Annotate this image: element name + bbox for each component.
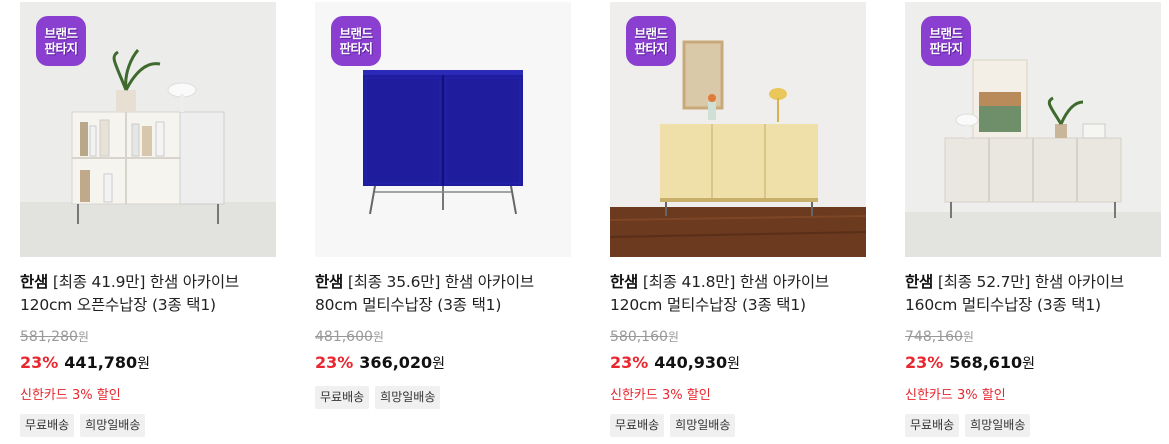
brand-fantasy-badge: 브랜드 판타지: [921, 16, 971, 66]
discount-rate: 23%: [610, 353, 649, 372]
product-title[interactable]: 한샘 [최종 41.9만] 한샘 아카이브 120cm 오픈수납장 (3종 택1…: [20, 271, 276, 317]
product-image-open-shelf[interactable]: 브랜드 판타지: [20, 2, 276, 257]
card-discount-text: 신한카드 3% 할인: [905, 388, 1006, 403]
original-price-value: 581,280: [20, 329, 78, 345]
sale-price-value: 441,780: [64, 353, 138, 372]
sale-price: 23% 440,930원: [610, 353, 740, 373]
original-price-value: 580,160: [610, 329, 668, 345]
product-name: [최종 41.8만] 한샘 아카이브 120cm 멀티수납장 (3종 택1): [610, 273, 829, 314]
original-price: 748,160원: [905, 328, 974, 345]
scheduled-delivery-tag: 희망일배송: [670, 414, 736, 437]
brand-fantasy-badge: 브랜드 판타지: [626, 16, 676, 66]
sale-price-unit: 원: [1022, 356, 1036, 372]
shipping-tags: 무료배송 희망일배송: [20, 414, 146, 437]
original-price-unit: 원: [77, 330, 89, 344]
product-name: [최종 52.7만] 한샘 아카이브 160cm 멀티수납장 (3종 택1): [905, 273, 1124, 314]
badge-line2: 판타지: [634, 41, 668, 56]
product-brand: 한샘: [315, 273, 344, 291]
badge-line2: 판타지: [44, 41, 78, 56]
original-price-value: 481,600: [315, 329, 373, 345]
scheduled-delivery-tag: 희망일배송: [375, 386, 441, 409]
original-price: 581,280원: [20, 328, 89, 345]
discount-rate: 23%: [20, 353, 59, 372]
sale-price-unit: 원: [727, 356, 741, 372]
shipping-tags: 무료배송 희망일배송: [315, 386, 441, 409]
sale-price: 23% 568,610원: [905, 353, 1035, 373]
free-shipping-tag: 무료배송: [905, 414, 960, 437]
sale-price-unit: 원: [432, 356, 446, 372]
discount-rate: 23%: [905, 353, 944, 372]
discount-rate: 23%: [315, 353, 354, 372]
product-card[interactable]: 브랜드 판타지 한샘 [최종 41.9만] 한샘 아카이브 120cm 오픈수납…: [20, 0, 276, 444]
original-price: 580,160원: [610, 328, 679, 345]
sale-price-unit: 원: [137, 356, 151, 372]
sale-price-value: 568,610: [949, 353, 1023, 372]
product-name: [최종 35.6만] 한샘 아카이브 80cm 멀티수납장 (3종 택1): [315, 273, 534, 314]
original-price-value: 748,160: [905, 329, 963, 345]
product-brand: 한샘: [610, 273, 639, 291]
badge-line1: 브랜드: [929, 26, 963, 41]
sale-price-value: 440,930: [654, 353, 728, 372]
card-discount-text: 신한카드 3% 할인: [20, 388, 121, 403]
product-image-yellow-cabinet[interactable]: 브랜드 판타지: [610, 2, 866, 257]
sale-price-value: 366,020: [359, 353, 433, 372]
original-price-unit: 원: [372, 330, 384, 344]
free-shipping-tag: 무료배송: [315, 386, 370, 409]
product-title[interactable]: 한샘 [최종 52.7만] 한샘 아카이브 160cm 멀티수납장 (3종 택1…: [905, 271, 1161, 317]
free-shipping-tag: 무료배송: [20, 414, 75, 437]
card-discount-text: 신한카드 3% 할인: [610, 388, 711, 403]
original-price: 481,600원: [315, 328, 384, 345]
brand-fantasy-badge: 브랜드 판타지: [36, 16, 86, 66]
product-brand: 한샘: [905, 273, 934, 291]
badge-line1: 브랜드: [634, 26, 668, 41]
product-card[interactable]: 브랜드 판타지 한샘 [최종 35.6만] 한샘 아카이브 80cm 멀티수납장…: [315, 0, 571, 444]
product-title[interactable]: 한샘 [최종 35.6만] 한샘 아카이브 80cm 멀티수납장 (3종 택1): [315, 271, 571, 317]
product-card[interactable]: 브랜드 판타지 한샘 [최종 52.7만] 한샘 아카이브 160cm 멀티수납…: [905, 0, 1161, 444]
original-price-unit: 원: [667, 330, 679, 344]
free-shipping-tag: 무료배송: [610, 414, 665, 437]
badge-line1: 브랜드: [339, 26, 373, 41]
badge-line1: 브랜드: [44, 26, 78, 41]
scheduled-delivery-tag: 희망일배송: [965, 414, 1031, 437]
original-price-unit: 원: [962, 330, 974, 344]
brand-fantasy-badge: 브랜드 판타지: [331, 16, 381, 66]
shipping-tags: 무료배송 희망일배송: [610, 414, 736, 437]
product-image-white-cabinet[interactable]: 브랜드 판타지: [905, 2, 1161, 257]
product-brand: 한샘: [20, 273, 49, 291]
product-image-blue-cabinet[interactable]: 브랜드 판타지: [315, 2, 571, 257]
product-name: [최종 41.9만] 한샘 아카이브 120cm 오픈수납장 (3종 택1): [20, 273, 239, 314]
product-title[interactable]: 한샘 [최종 41.8만] 한샘 아카이브 120cm 멀티수납장 (3종 택1…: [610, 271, 866, 317]
product-card[interactable]: 브랜드 판타지 한샘 [최종 41.8만] 한샘 아카이브 120cm 멀티수납…: [610, 0, 866, 444]
scheduled-delivery-tag: 희망일배송: [80, 414, 146, 437]
shipping-tags: 무료배송 희망일배송: [905, 414, 1031, 437]
sale-price: 23% 366,020원: [315, 353, 445, 373]
badge-line2: 판타지: [339, 41, 373, 56]
sale-price: 23% 441,780원: [20, 353, 150, 373]
badge-line2: 판타지: [929, 41, 963, 56]
